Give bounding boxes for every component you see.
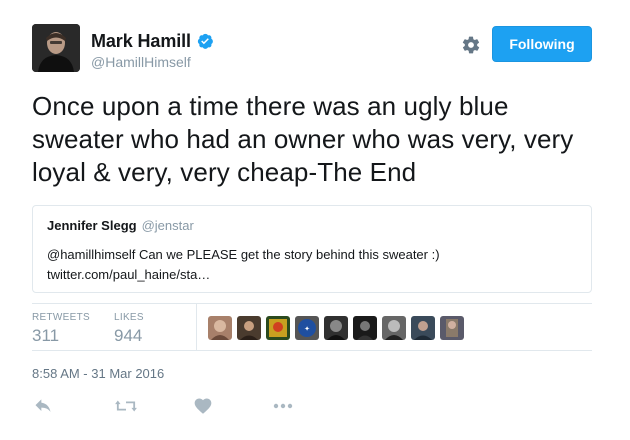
liker-avatar[interactable] [353, 316, 377, 340]
reply-icon[interactable] [32, 396, 54, 416]
stats-divider-bottom [32, 350, 592, 351]
author-handle[interactable]: @HamillHimself [91, 54, 214, 70]
retweet-icon[interactable] [114, 396, 137, 416]
retweets-count: 311 [32, 326, 60, 345]
liker-avatar[interactable] [382, 316, 406, 340]
author-display-name[interactable]: Mark Hamill [91, 31, 191, 52]
liker-avatar[interactable] [208, 316, 232, 340]
liker-avatar[interactable] [440, 316, 464, 340]
svg-text:✦: ✦ [304, 325, 310, 333]
retweets-stat[interactable]: RETWEETS 311 [32, 312, 90, 346]
likes-stat[interactable]: LIKES 944 [114, 312, 144, 346]
liker-avatar[interactable] [266, 316, 290, 340]
gear-icon[interactable] [461, 35, 481, 55]
verified-badge-icon [196, 32, 214, 50]
likers-avatars: ✦ [208, 316, 469, 340]
liker-avatar[interactable] [411, 316, 435, 340]
liker-avatar[interactable] [324, 316, 348, 340]
more-icon[interactable] [272, 396, 294, 416]
tweet-text: Once upon a time there was an ugly blue … [32, 91, 574, 187]
author-info: Mark Hamill @HamillHimself [91, 30, 214, 70]
stats-separator [196, 304, 197, 350]
author-avatar[interactable] [32, 24, 80, 72]
likes-label: LIKES [114, 312, 144, 323]
stats-divider-top [32, 303, 592, 304]
quoted-tweet-author-handle: @jenstar [141, 218, 194, 233]
quoted-tweet-author-name: Jennifer Slegg [47, 218, 137, 233]
like-icon[interactable] [193, 396, 215, 416]
retweets-label: RETWEETS [32, 312, 90, 323]
following-button[interactable]: Following [492, 26, 592, 62]
tweet-timestamp[interactable]: 8:58 AM - 31 Mar 2016 [32, 366, 164, 381]
liker-avatar[interactable]: ✦ [295, 316, 319, 340]
quoted-tweet[interactable]: Jennifer Slegg @jenstar @hamillhimself C… [32, 205, 592, 293]
likes-count: 944 [114, 326, 143, 345]
liker-avatar[interactable] [237, 316, 261, 340]
quoted-tweet-text: @hamillhimself Can we PLEASE get the sto… [47, 247, 440, 282]
